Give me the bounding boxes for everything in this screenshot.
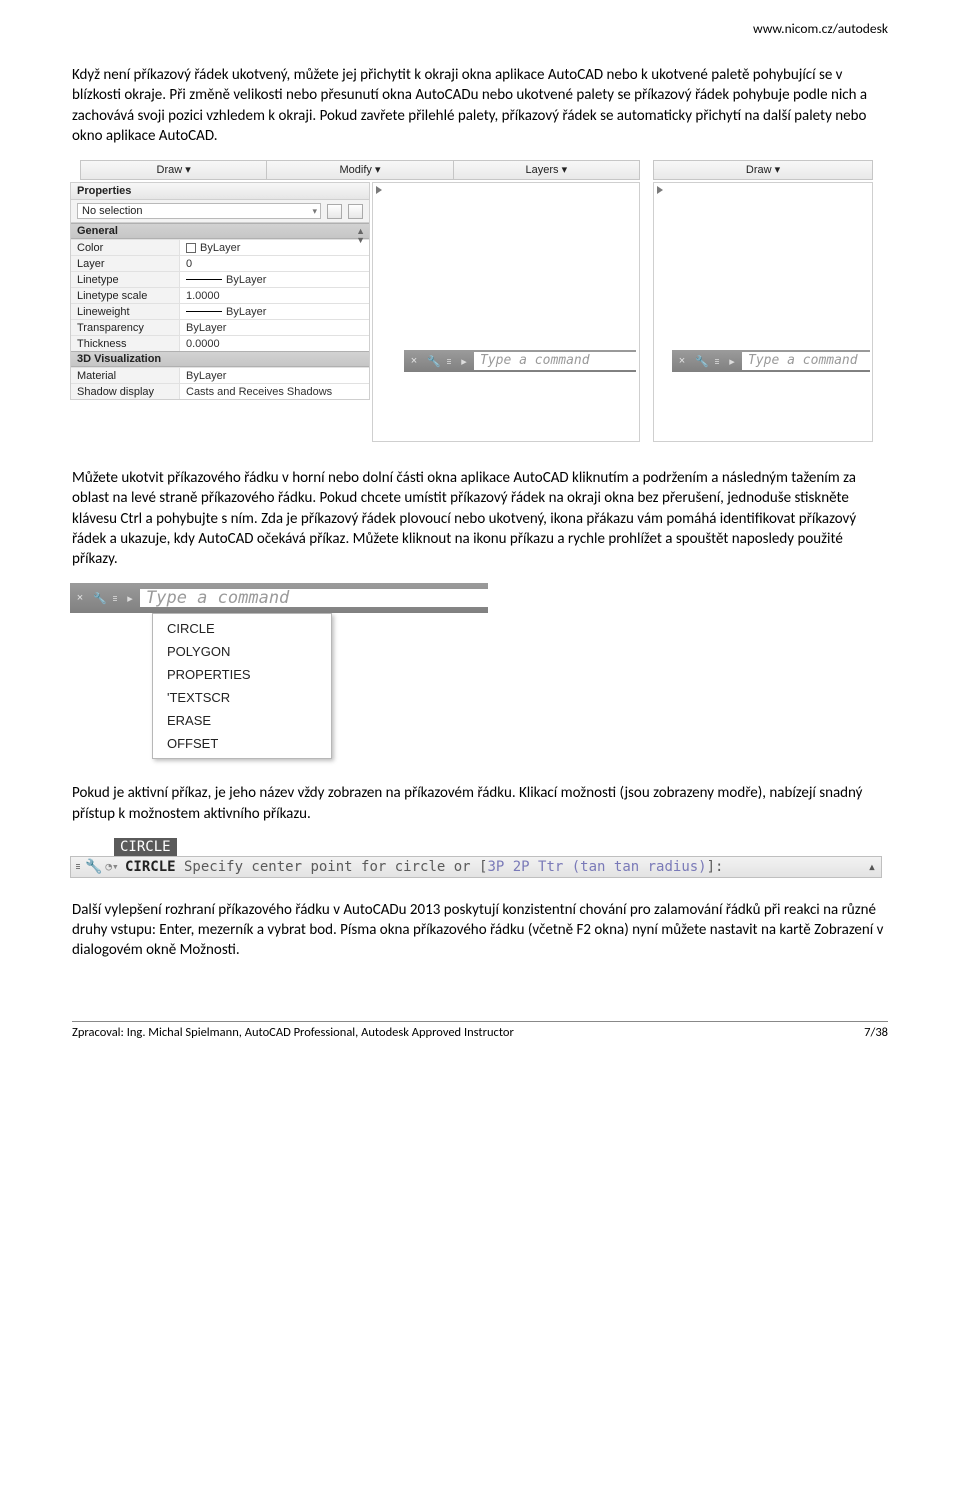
property-row[interactable]: TransparencyByLayer [71,319,369,335]
paragraph-1: Když není příkazový řádek ukotvený, může… [72,65,888,146]
property-key: Transparency [71,320,179,335]
recent-icon[interactable]: ▸ [722,355,742,368]
drawing-area-right[interactable] [653,182,873,442]
section-3d-visualization[interactable]: 3D Visualization [71,351,369,367]
property-key: Material [71,368,179,383]
tab-draw-right[interactable]: Draw ▾ [653,160,873,180]
page-footer: Zpracoval: Ing. Michal Spielmann, AutoCA… [72,1021,888,1040]
wrench-icon[interactable]: 🔧 [85,859,103,875]
property-key: Thickness [71,336,179,351]
screenshot-circle-prompt: CIRCLE 🔧 ◔▾ CIRCLE Specify center point … [70,838,882,878]
grip-icon[interactable] [110,596,120,601]
property-value[interactable]: ByLayer [179,368,369,383]
collapse-icon[interactable]: ▲▼ [356,227,365,245]
command-line-float-2[interactable]: × 🔧 ▸ Type a command [672,350,870,372]
recent-command-item[interactable]: ERASE [153,709,331,732]
recent-icon[interactable]: ▸ [120,592,140,605]
command-options[interactable]: 3P 2P Ttr (tan tan radius) [487,859,706,875]
property-key: Layer [71,256,179,271]
property-key: Lineweight [71,304,179,319]
command-input[interactable]: Type a command [474,352,636,370]
footer-page: 7/38 [864,1025,888,1040]
command-prompt-text: CIRCLE Specify center point for circle o… [121,859,863,875]
tab-modify[interactable]: Modify ▾ [267,161,453,179]
linetype-icon [186,279,222,280]
drawing-area-left[interactable] [372,182,640,442]
command-line-docked[interactable]: 🔧 ◔▾ CIRCLE Specify center point for cir… [70,856,882,878]
tab-draw[interactable]: Draw ▾ [81,161,267,179]
active-command-name: CIRCLE [125,859,176,875]
screenshot-palette-cmd: Draw ▾ Modify ▾ Layers ▾ Draw ▾ Properti… [70,160,880,444]
command-line[interactable]: × 🔧 ▸ Type a command [70,583,488,613]
selectobjects-icon[interactable] [348,204,363,219]
grip-icon[interactable] [73,864,83,869]
section-general[interactable]: General [71,223,369,239]
command-input[interactable]: Type a command [742,352,870,370]
ribbon-tabs: Draw ▾ Modify ▾ Layers ▾ [80,160,640,180]
property-key: Linetype [71,272,179,287]
property-key: Linetype scale [71,288,179,303]
recent-command-item[interactable]: CIRCLE [153,617,331,640]
property-value[interactable]: ByLayer [179,304,369,319]
recent-commands-menu: CIRCLEPOLYGONPROPERTIES'TEXTSCRERASEOFFS… [152,613,332,759]
palette-title: Properties [71,183,369,200]
recent-icon[interactable]: ▸ [454,355,474,368]
paragraph-3: Pokud je aktivní příkaz, je jeho název v… [72,783,888,824]
property-row[interactable]: Layer0 [71,255,369,271]
property-row[interactable]: LinetypeByLayer [71,271,369,287]
property-value[interactable]: 1.0000 [179,288,369,303]
properties-palette: Properties No selection ▲▼ General Color… [70,182,370,400]
property-row[interactable]: Linetype scale1.0000 [71,287,369,303]
wrench-icon[interactable]: 🔧 [692,355,712,368]
property-row[interactable]: ColorByLayer [71,239,369,255]
quickselect-icon[interactable] [327,204,342,219]
recent-command-item[interactable]: PROPERTIES [153,663,331,686]
grip-icon[interactable] [712,359,722,364]
viewport-marker-icon [657,186,663,194]
property-value[interactable]: ByLayer [179,320,369,335]
command-tooltip: CIRCLE [114,838,177,856]
property-row[interactable]: LineweightByLayer [71,303,369,319]
color-swatch-icon [186,243,196,253]
footer-author: Zpracoval: Ing. Michal Spielmann, AutoCA… [72,1025,514,1040]
property-value[interactable]: ByLayer [179,272,369,287]
close-icon[interactable]: × [70,592,90,604]
grip-icon[interactable] [444,359,454,364]
command-line-float-1[interactable]: × 🔧 ▸ Type a command [404,350,636,372]
recent-command-item[interactable]: OFFSET [153,732,331,755]
linetype-icon [186,311,222,312]
recent-icon[interactable]: ◔▾ [103,860,121,873]
tab-layers[interactable]: Layers ▾ [454,161,639,179]
screenshot-recent-commands: × 🔧 ▸ Type a command CIRCLEPOLYGONPROPER… [70,583,490,759]
paragraph-2: Můžete ukotvit příkazového řádku v horní… [72,468,888,569]
recent-command-item[interactable]: POLYGON [153,640,331,663]
property-value[interactable]: 0 [179,256,369,271]
history-up-icon[interactable]: ▴ [863,859,881,875]
selection-dropdown[interactable]: No selection [77,203,321,219]
property-row[interactable]: Thickness0.0000 [71,335,369,351]
property-key: Color [71,240,179,255]
property-value[interactable]: ByLayer [179,240,369,255]
prompt-text: Specify center point for circle or [ [176,859,488,875]
property-value[interactable]: 0.0000 [179,336,369,351]
property-key: Shadow display [71,384,179,399]
close-icon[interactable]: × [672,355,692,367]
viewport-marker-icon [376,186,382,194]
recent-command-item[interactable]: 'TEXTSCR [153,686,331,709]
prompt-text: ]: [707,859,724,875]
property-row[interactable]: MaterialByLayer [71,367,369,383]
wrench-icon[interactable]: 🔧 [90,592,110,605]
command-input[interactable]: Type a command [140,589,488,607]
wrench-icon[interactable]: 🔧 [424,355,444,368]
property-value[interactable]: Casts and Receives Shadows [179,384,369,399]
paragraph-4: Další vylepšení rozhraní příkazového řád… [72,900,888,961]
property-row[interactable]: Shadow displayCasts and Receives Shadows [71,383,369,399]
header-url: www.nicom.cz/autodesk [72,20,888,37]
close-icon[interactable]: × [404,355,424,367]
